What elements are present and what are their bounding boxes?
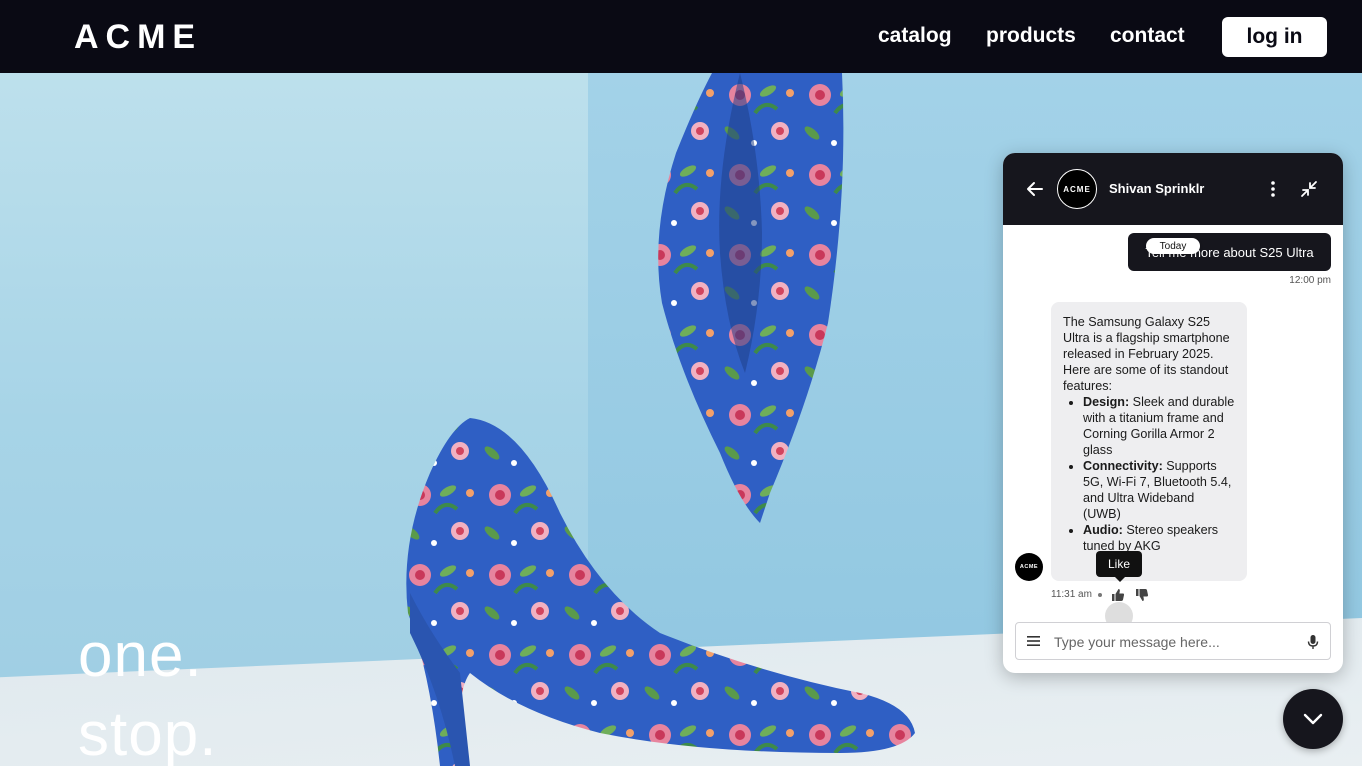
- microphone-icon[interactable]: [1306, 634, 1320, 650]
- minimize-icon[interactable]: [1299, 179, 1319, 199]
- feature-title: Design:: [1083, 395, 1130, 409]
- site-logo[interactable]: ACME: [74, 18, 202, 57]
- login-button[interactable]: log in: [1222, 17, 1327, 57]
- bot-message-bubble: The Samsung Galaxy S25 Ultra is a flagsh…: [1051, 302, 1247, 581]
- chat-widget: ACME Shivan Sprinklr Tell me more about …: [1003, 153, 1343, 673]
- chat-header: ACME Shivan Sprinklr: [1003, 153, 1343, 225]
- feature-title: Connectivity:: [1083, 459, 1163, 473]
- agent-avatar: ACME: [1057, 169, 1097, 209]
- hero-tagline-line-1: one.: [78, 621, 203, 690]
- page-edge: [1362, 0, 1366, 766]
- bot-message-time: 11:31 am: [1051, 589, 1092, 600]
- hero-tagline-line-2: stop.: [78, 700, 218, 766]
- bot-avatar: ACME: [1015, 553, 1043, 581]
- nav-link-catalog[interactable]: catalog: [878, 24, 952, 48]
- thumbs-up-icon[interactable]: [1110, 587, 1126, 603]
- thumbs-down-icon[interactable]: [1134, 587, 1150, 603]
- list-item: Design: Sleek and durable with a titaniu…: [1083, 394, 1235, 458]
- message-input[interactable]: [1054, 630, 1294, 654]
- message-composer: [1015, 622, 1331, 660]
- nav-link-contact[interactable]: contact: [1110, 24, 1185, 48]
- chevron-down-icon: [1303, 713, 1323, 725]
- list-item: Audio: Stereo speakers tuned by AKG: [1083, 522, 1235, 554]
- nav-link-products[interactable]: products: [986, 24, 1076, 48]
- agent-name: Shivan Sprinklr: [1109, 181, 1205, 196]
- bot-message-intro: The Samsung Galaxy S25 Ultra is a flagsh…: [1063, 315, 1230, 393]
- feature-title: Audio:: [1083, 523, 1123, 537]
- site-header: ACME catalog products contact log in: [0, 0, 1362, 73]
- menu-icon[interactable]: [1027, 635, 1040, 647]
- separator-dot: [1098, 593, 1102, 597]
- back-arrow-icon[interactable]: [1025, 179, 1045, 199]
- date-separator-badge: Today: [1146, 238, 1200, 254]
- more-vertical-icon[interactable]: [1265, 179, 1281, 199]
- chat-toggle-button[interactable]: [1283, 689, 1343, 749]
- user-message-time: 12:00 pm: [1289, 275, 1331, 286]
- like-tooltip: Like: [1096, 551, 1142, 582]
- bot-feature-list: Design: Sleek and durable with a titaniu…: [1083, 394, 1235, 554]
- list-item: Connectivity: Supports 5G, Wi-Fi 7, Blue…: [1083, 458, 1235, 522]
